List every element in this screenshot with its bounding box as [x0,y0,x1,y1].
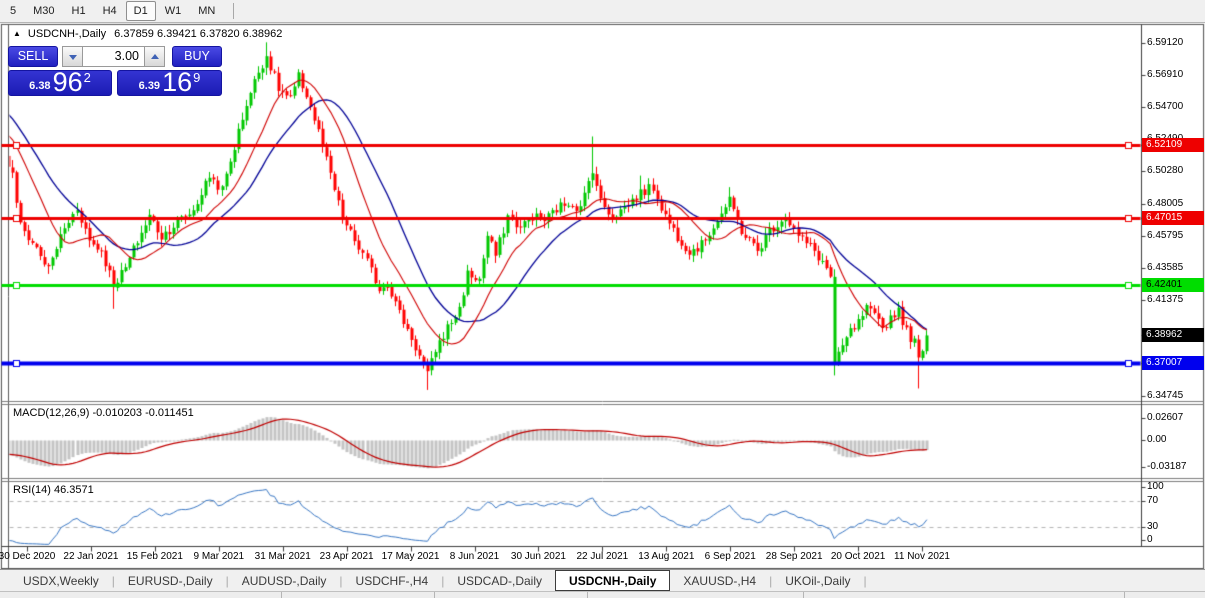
price-level-badge: 6.52109 [1142,138,1204,152]
chart-symbol-label: USDCNH-,Daily [28,28,106,40]
buy-price-display[interactable]: 6.39169 [117,70,222,96]
date-axis-label: 11 Nov 2021 [894,551,950,562]
symbol-tab-ukoildaily[interactable]: UKOil-,Daily [772,570,863,591]
price-axis-label: 6.48005 [1147,198,1183,209]
timeframe-button-mn[interactable]: MN [190,1,223,21]
price-axis-label: 6.59120 [1147,37,1183,48]
sell-price-small: 6.38 [29,80,50,92]
buy-button[interactable]: BUY [172,46,222,67]
chart-title: ▲ USDCNH-,Daily 6.37859 6.39421 6.37820 6.… [13,28,282,40]
date-axis-label: 20 Oct 2021 [831,551,885,562]
macd-label: MACD(12,26,9) -0.010203 -0.011451 [13,407,194,419]
price-axis-label: 6.50280 [1147,165,1183,176]
date-axis-label: 22 Jan 2021 [63,551,118,562]
symbol-tab-usdchfh4[interactable]: USDCHF-,H4 [343,570,442,591]
ohlc-values: 6.37859 6.39421 6.37820 6.38962 [114,28,282,40]
rsi-axis-label: 70 [1147,495,1158,506]
symbol-tab-bar: USDX,Weekly|EURUSD-,Daily|AUDUSD-,Daily|… [0,569,1205,591]
date-axis-label: 13 Aug 2021 [638,551,694,562]
buy-price-sup: 9 [193,70,200,85]
timeframe-button-h1[interactable]: H1 [64,1,94,21]
date-axis-label: 31 Mar 2021 [255,551,311,562]
price-axis-label: 6.45795 [1147,230,1183,241]
date-axis-label: 22 Jul 2021 [577,551,629,562]
macd-axis-label: -0.03187 [1147,461,1186,472]
volume-input[interactable]: 3.00 [83,46,144,67]
price-level-badge: 6.37007 [1142,356,1204,370]
date-axis-label: 28 Sep 2021 [766,551,823,562]
symbol-tab-xauusdh4[interactable]: XAUUSD-,H4 [670,570,769,591]
status-strip [0,591,1205,598]
status-cell-divider [434,592,435,598]
sell-price-display[interactable]: 6.38962 [8,70,112,96]
timeframe-button-5[interactable]: 5 [2,1,24,21]
rsi-axis-label: 100 [1147,481,1164,492]
price-axis-label: 6.43585 [1147,262,1183,273]
chevron-down-icon [69,55,77,60]
volume-decrease-button[interactable] [62,46,83,67]
rsi-axis-label: 30 [1147,521,1158,532]
date-axis-label: 15 Feb 2021 [127,551,183,562]
one-click-trade-panel: SELL 3.00 BUY 6.38962 6.39169 [8,46,222,96]
timeframe-toolbar: 5M30H1H4D1W1MN [0,0,1205,23]
date-axis-label: 30 Jun 2021 [511,551,566,562]
status-cell-divider [281,592,282,598]
price-axis-label: 6.56910 [1147,69,1183,80]
rsi-label: RSI(14) 46.3571 [13,484,94,496]
trading-terminal: 5M30H1H4D1W1MN ▲ USDCNH-,Daily 6.37859 6.3… [0,0,1205,598]
price-level-badge: 6.47015 [1142,211,1204,225]
date-axis-label: 8 Jun 2021 [450,551,500,562]
timeframe-button-w1[interactable]: W1 [157,1,190,21]
symbol-tab-usdxweekly[interactable]: USDX,Weekly [10,570,112,591]
volume-increase-button[interactable] [144,46,165,67]
timeframe-button-d1[interactable]: D1 [126,1,156,21]
date-axis-label: 6 Sep 2021 [705,551,756,562]
sell-price-sup: 2 [84,70,91,85]
price-axis-label: 6.34745 [1147,390,1183,401]
status-cell-divider [1124,592,1125,598]
status-cell-divider [803,592,804,598]
toolbar-separator [233,3,234,19]
date-axis-label: 30 Dec 2020 [0,551,55,562]
chevron-up-icon [151,54,159,59]
price-axis-label: 6.41375 [1147,294,1183,305]
symbol-tab-usdcnhdaily[interactable]: USDCNH-,Daily [555,570,670,591]
buy-price-big: 16 [162,70,192,95]
symbol-tab-usdcaddaily[interactable]: USDCAD-,Daily [444,570,555,591]
sell-price-big: 96 [53,70,83,95]
ohlc-toggle-icon[interactable]: ▲ [13,29,21,38]
date-axis-label: 9 Mar 2021 [193,551,244,562]
current-price-badge: 6.38962 [1142,328,1204,342]
symbol-tab-eurusddaily[interactable]: EURUSD-,Daily [115,570,226,591]
sell-button[interactable]: SELL [8,46,58,67]
rsi-axis-label: 0 [1147,534,1153,545]
price-level-badge: 6.42401 [1142,278,1204,292]
symbol-tab-audusddaily[interactable]: AUDUSD-,Daily [229,570,340,591]
date-axis-label: 17 May 2021 [382,551,440,562]
status-cell-divider [587,592,588,598]
buy-price-small: 6.39 [139,80,160,92]
macd-axis-label: 0.02607 [1147,412,1183,423]
tab-separator: | [864,570,867,591]
macd-axis-label: 0.00 [1147,434,1166,445]
timeframe-button-m30[interactable]: M30 [25,1,62,21]
price-axis-label: 6.54700 [1147,101,1183,112]
date-axis-label: 23 Apr 2021 [320,551,374,562]
timeframe-button-h4[interactable]: H4 [95,1,125,21]
